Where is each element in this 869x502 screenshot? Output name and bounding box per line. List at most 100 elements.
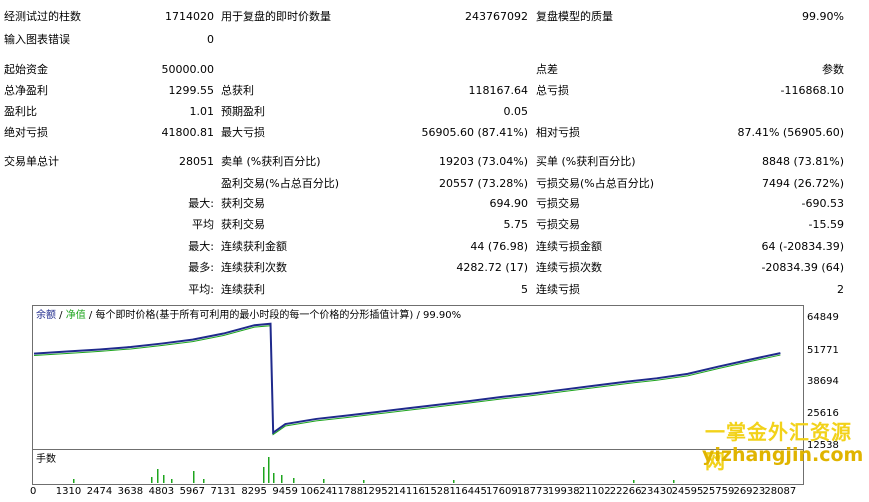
y-tick-label: 64849 — [807, 312, 839, 323]
value-bars-tested: 1714020 — [165, 10, 214, 23]
label-chart-errors: 输入图表错误 — [4, 33, 70, 46]
label-relative-drawdown: 相对亏损 — [536, 126, 580, 139]
value-profit-trades: 20557 (73.28%) — [438, 177, 528, 190]
volume-panel — [32, 449, 804, 485]
value-absolute-drawdown: 41800.81 — [161, 126, 215, 139]
value-short-positions: 19203 (73.04%) — [438, 155, 528, 168]
label-max-consecutive-wins: 连续获利金额 — [221, 240, 287, 253]
equity-line — [33, 325, 781, 436]
x-tick-label: 18773 — [516, 486, 549, 497]
label-absolute-drawdown: 绝对亏损 — [4, 126, 48, 139]
value-total-net-profit: 1299.55 — [168, 84, 215, 97]
value-ticks-modelled: 243767092 — [465, 10, 528, 23]
x-tick-label: 3638 — [117, 486, 144, 497]
label-average-consecutive-losses: 连续亏损 — [536, 283, 580, 296]
balance-chart — [33, 322, 781, 436]
value-average-consecutive-wins: 5 — [521, 283, 528, 296]
label-average-loss-trade: 亏损交易 — [536, 218, 580, 231]
value-expected-payoff: 0.05 — [503, 105, 529, 118]
volume-bar — [268, 457, 270, 483]
value-largest-loss-trade: -690.53 — [801, 197, 844, 210]
x-tick-label: 10624 — [300, 486, 333, 497]
prefix-average-consecutive: 平均: — [188, 283, 214, 296]
label-long-positions: 买单 (%获利百分比) — [536, 155, 636, 168]
value-modelling-quality: 99.90% — [802, 10, 844, 23]
value-long-positions: 8848 (73.81%) — [761, 155, 844, 168]
x-axis: 0 1310 2474 3638 4803 5967 7131 8295 9459 10624 11… — [0, 482, 869, 502]
value-chart-errors: 0 — [207, 33, 214, 46]
x-tick-label: 2474 — [86, 486, 113, 497]
volume-chart — [73, 457, 675, 483]
value-gross-loss: -116868.10 — [780, 84, 844, 97]
legend-equity: 净值 — [65, 310, 86, 321]
x-tick-label: 25759 — [702, 486, 735, 497]
x-tick-label: 21102 — [578, 486, 611, 497]
value-max-consecutive-losses: 64 (-20834.39) — [761, 240, 844, 253]
value-average-profit-trade: 5.75 — [503, 218, 529, 231]
value-relative-drawdown: 87.41% (56905.60) — [737, 126, 844, 139]
label-gross-profit: 总获利 — [221, 84, 254, 97]
label-largest-profit-trade: 获利交易 — [221, 197, 265, 210]
value-gross-profit: 118167.64 — [468, 84, 529, 97]
prefix-average: 平均 — [192, 218, 214, 231]
label-max-consecutive-losses: 连续亏损金额 — [536, 240, 602, 253]
value-initial-deposit: 50000.00 — [161, 63, 215, 76]
value-spread: 参数 — [822, 63, 844, 76]
label-loss-trades: 亏损交易(%占总百分比) — [536, 177, 655, 190]
value-max-consecutive-wins: 44 (76.98) — [470, 240, 528, 253]
label-initial-deposit: 起始资金 — [4, 63, 48, 76]
x-tick-label: 23430 — [640, 486, 673, 497]
label-short-positions: 卖单 (%获利百分比) — [221, 155, 321, 168]
label-spread: 点差 — [536, 63, 558, 76]
label-maximal-drawdown: 最大亏损 — [221, 126, 265, 139]
volume-label: 手数 — [36, 454, 56, 465]
x-tick-label: 16445 — [455, 486, 487, 497]
x-tick-label: 19938 — [547, 486, 580, 497]
value-average-loss-trade: -15.59 — [808, 218, 844, 231]
label-average-consecutive-wins: 连续获利 — [221, 283, 265, 296]
x-tick-label: 12952 — [362, 486, 394, 497]
label-maximal-consecutive-profit: 连续获利次数 — [221, 261, 287, 274]
label-profit-trades: 盈利交易(%占总百分比) — [221, 177, 340, 190]
x-tick-label: 24595 — [671, 486, 704, 497]
x-tick-label: 0 — [30, 486, 37, 497]
prefix-maximum: 最大: — [188, 240, 214, 253]
y-tick-label: 38694 — [807, 376, 839, 387]
legend-separator: / — [56, 310, 66, 321]
label-gross-loss: 总亏损 — [536, 84, 569, 97]
x-tick-label: 8295 — [241, 486, 267, 497]
label-profit-factor: 盈利比 — [4, 105, 37, 118]
value-total-trades: 28051 — [179, 155, 214, 168]
y-tick-label: 51771 — [807, 345, 839, 356]
value-maximal-drawdown: 56905.60 (87.41%) — [421, 126, 528, 139]
x-tick-label: 17609 — [485, 486, 518, 497]
label-total-trades: 交易单总计 — [4, 155, 59, 168]
x-tick-label: 5967 — [179, 486, 206, 497]
volume-bar — [263, 467, 265, 483]
x-tick-label: 7131 — [210, 486, 236, 497]
label-expected-payoff: 预期盈利 — [221, 105, 265, 118]
prefix-maximal: 最多: — [188, 261, 214, 274]
watermark-url: yizhangjin.com — [702, 444, 864, 466]
label-maximal-consecutive-loss: 连续亏损次数 — [536, 261, 602, 274]
x-tick-label: 22266 — [609, 486, 642, 497]
x-tick-label: 15281 — [424, 486, 456, 497]
prefix-largest: 最大: — [188, 197, 214, 210]
legend-description: / 每个即时价格(基于所有可利用的最小时段的每一个价格的分形插值计算) / 99… — [85, 310, 462, 321]
value-maximal-consecutive-loss: -20834.39 (64) — [761, 261, 844, 274]
value-profit-factor: 1.01 — [189, 105, 215, 118]
balance-chart-panel — [32, 305, 804, 450]
x-tick-label: 1310 — [55, 486, 82, 497]
x-tick-label: 28087 — [764, 486, 797, 497]
x-tick-label: 26923 — [733, 486, 766, 497]
label-bars-tested: 经测试过的柱数 — [4, 10, 81, 23]
volume-bar — [157, 469, 159, 483]
legend-balance: 余额 — [36, 310, 56, 321]
chart-legend: 余额 / 净值 / 每个即时价格(基于所有可利用的最小时段的每一个价格的分形插值… — [36, 306, 461, 321]
label-average-profit-trade: 获利交易 — [221, 218, 265, 231]
value-loss-trades: 7494 (26.72%) — [761, 177, 844, 190]
x-tick-label: 4803 — [148, 486, 175, 497]
x-tick-label: 9459 — [272, 486, 298, 497]
value-maximal-consecutive-profit: 4282.72 (17) — [456, 261, 528, 274]
label-total-net-profit: 总净盈利 — [4, 84, 48, 97]
